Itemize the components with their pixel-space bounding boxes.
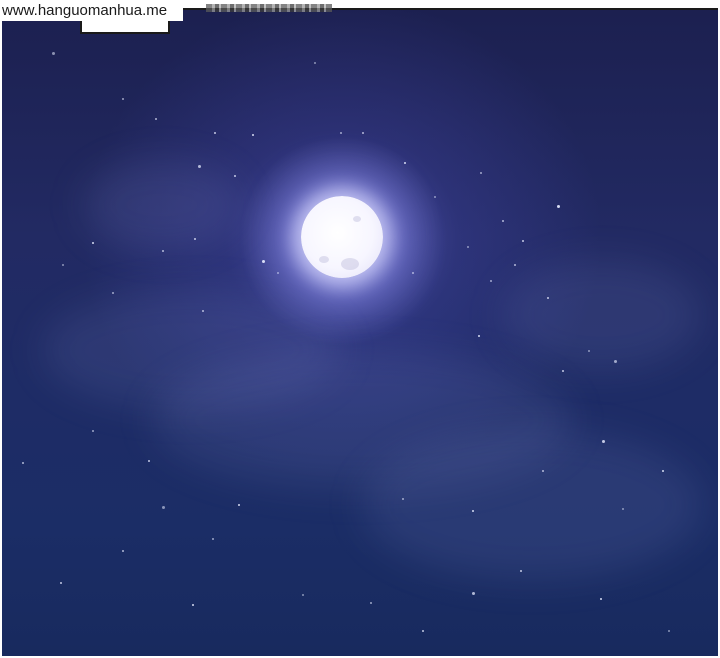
- night-sky-panel: [2, 8, 718, 656]
- star: [522, 240, 524, 242]
- star: [340, 132, 342, 134]
- star: [60, 582, 62, 584]
- star: [514, 264, 516, 266]
- star: [112, 292, 114, 294]
- star: [472, 510, 474, 512]
- star: [252, 134, 254, 136]
- star: [520, 570, 522, 572]
- faded-caption-strip: [206, 4, 332, 12]
- star: [467, 246, 469, 248]
- star: [302, 594, 304, 596]
- comic-frame: www.hanguomanhua.me: [0, 0, 720, 658]
- star: [588, 350, 590, 352]
- star: [557, 205, 560, 208]
- star: [412, 272, 414, 274]
- star: [547, 297, 549, 299]
- star: [277, 272, 279, 274]
- star: [542, 470, 544, 472]
- star: [162, 506, 165, 509]
- moon-crater: [341, 258, 359, 270]
- star: [92, 430, 94, 432]
- site-watermark: www.hanguomanhua.me: [0, 0, 184, 21]
- cloud: [502, 260, 702, 370]
- star: [662, 470, 664, 472]
- star: [238, 504, 240, 506]
- star: [404, 162, 406, 164]
- star: [148, 460, 150, 462]
- cloud: [362, 430, 702, 580]
- star: [480, 172, 482, 174]
- star: [600, 598, 602, 600]
- star: [52, 52, 55, 55]
- star: [614, 360, 617, 363]
- star: [202, 310, 204, 312]
- star: [668, 630, 670, 632]
- star: [122, 550, 124, 552]
- star: [370, 602, 372, 604]
- star: [622, 508, 624, 510]
- star: [192, 604, 194, 606]
- star: [314, 62, 316, 64]
- star: [214, 132, 216, 134]
- star: [155, 118, 157, 120]
- star: [234, 175, 236, 177]
- star: [62, 264, 64, 266]
- star: [602, 440, 605, 443]
- moon-crater: [319, 256, 329, 263]
- star: [162, 250, 164, 252]
- star: [472, 592, 475, 595]
- star: [402, 498, 404, 500]
- full-moon: [301, 196, 383, 278]
- star: [122, 98, 124, 100]
- star: [212, 538, 214, 540]
- star: [478, 335, 480, 337]
- star: [194, 238, 196, 240]
- star: [22, 462, 24, 464]
- star: [502, 220, 504, 222]
- moon-crater: [353, 216, 361, 222]
- star: [198, 165, 201, 168]
- star: [490, 280, 492, 282]
- star: [362, 132, 364, 134]
- star: [262, 260, 265, 263]
- star: [422, 630, 424, 632]
- star: [434, 196, 436, 198]
- cloud: [82, 160, 242, 250]
- star: [562, 370, 564, 372]
- star: [92, 242, 94, 244]
